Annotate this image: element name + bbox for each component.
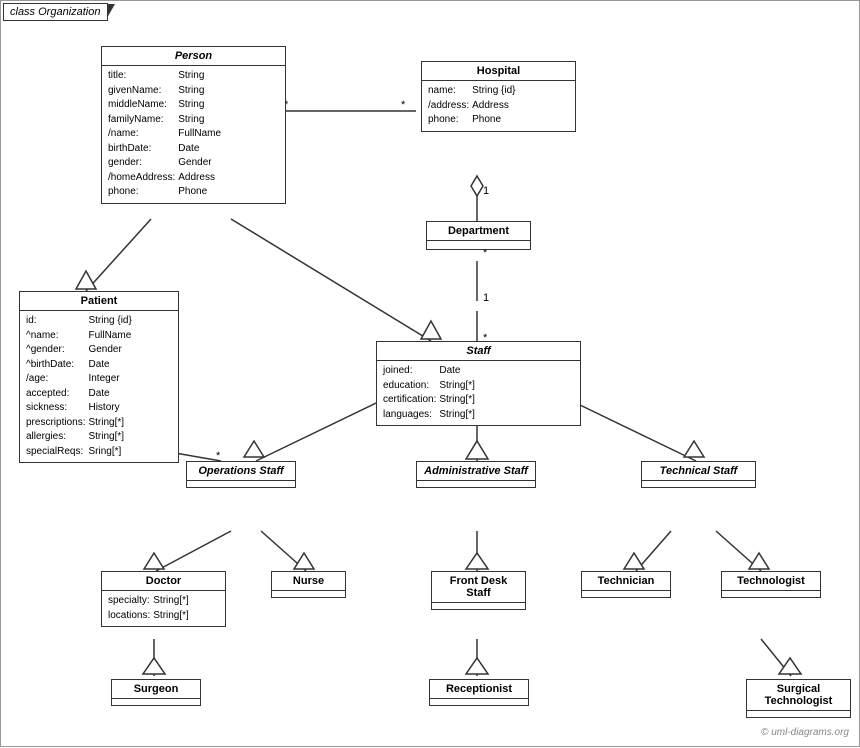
svg-text:1: 1 bbox=[483, 292, 489, 304]
person-body: title:String givenName:String middleName… bbox=[102, 66, 285, 203]
nurse-class: Nurse bbox=[271, 571, 346, 598]
technical-staff-body bbox=[642, 481, 755, 487]
operations-staff-body bbox=[187, 481, 295, 487]
diagram-container: class Organization * * 1 * 1 * * * bbox=[0, 0, 860, 747]
technician-class: Technician bbox=[581, 571, 671, 598]
doctor-body: specialty:String[*] locations:String[*] bbox=[102, 591, 225, 626]
surgical-technologist-body bbox=[747, 711, 850, 717]
patient-class: Patient id:String {id} ^name:FullName ^g… bbox=[19, 291, 179, 463]
hospital-body: name:String {id} /address:Address phone:… bbox=[422, 81, 575, 131]
person-class: Person title:String givenName:String mid… bbox=[101, 46, 286, 204]
watermark: © uml-diagrams.org bbox=[761, 727, 849, 738]
administrative-staff-class: Administrative Staff bbox=[416, 461, 536, 488]
svg-text:1: 1 bbox=[483, 185, 489, 197]
patient-body: id:String {id} ^name:FullName ^gender:Ge… bbox=[20, 311, 178, 462]
nurse-title: Nurse bbox=[272, 572, 345, 591]
patient-title: Patient bbox=[20, 292, 178, 311]
surgeon-class: Surgeon bbox=[111, 679, 201, 706]
receptionist-body bbox=[430, 699, 528, 705]
technician-title: Technician bbox=[582, 572, 670, 591]
operations-staff-class: Operations Staff bbox=[186, 461, 296, 488]
surgeon-body bbox=[112, 699, 200, 705]
staff-title: Staff bbox=[377, 342, 580, 361]
technologist-body bbox=[722, 591, 820, 597]
operations-staff-title: Operations Staff bbox=[187, 462, 295, 481]
staff-class: Staff joined:Date education:String[*] ce… bbox=[376, 341, 581, 426]
administrative-staff-title: Administrative Staff bbox=[417, 462, 535, 481]
surgical-technologist-class: Surgical Technologist bbox=[746, 679, 851, 718]
front-desk-staff-class: Front Desk Staff bbox=[431, 571, 526, 610]
receptionist-title: Receptionist bbox=[430, 680, 528, 699]
staff-body: joined:Date education:String[*] certific… bbox=[377, 361, 580, 425]
front-desk-staff-body bbox=[432, 603, 525, 609]
department-title: Department bbox=[427, 222, 530, 241]
surgeon-title: Surgeon bbox=[112, 680, 200, 699]
doctor-title: Doctor bbox=[102, 572, 225, 591]
nurse-body bbox=[272, 591, 345, 597]
technician-body bbox=[582, 591, 670, 597]
technical-staff-title: Technical Staff bbox=[642, 462, 755, 481]
doctor-class: Doctor specialty:String[*] locations:Str… bbox=[101, 571, 226, 627]
department-body bbox=[427, 241, 530, 249]
receptionist-class: Receptionist bbox=[429, 679, 529, 706]
technologist-class: Technologist bbox=[721, 571, 821, 598]
hospital-title: Hospital bbox=[422, 62, 575, 81]
administrative-staff-body bbox=[417, 481, 535, 487]
front-desk-staff-title: Front Desk Staff bbox=[432, 572, 525, 603]
technical-staff-class: Technical Staff bbox=[641, 461, 756, 488]
person-title: Person bbox=[102, 47, 285, 66]
hospital-class: Hospital name:String {id} /address:Addre… bbox=[421, 61, 576, 132]
department-class: Department bbox=[426, 221, 531, 250]
surgical-technologist-title: Surgical Technologist bbox=[747, 680, 850, 711]
svg-text:*: * bbox=[401, 99, 406, 111]
diagram-title: class Organization bbox=[3, 3, 108, 21]
technologist-title: Technologist bbox=[722, 572, 820, 591]
